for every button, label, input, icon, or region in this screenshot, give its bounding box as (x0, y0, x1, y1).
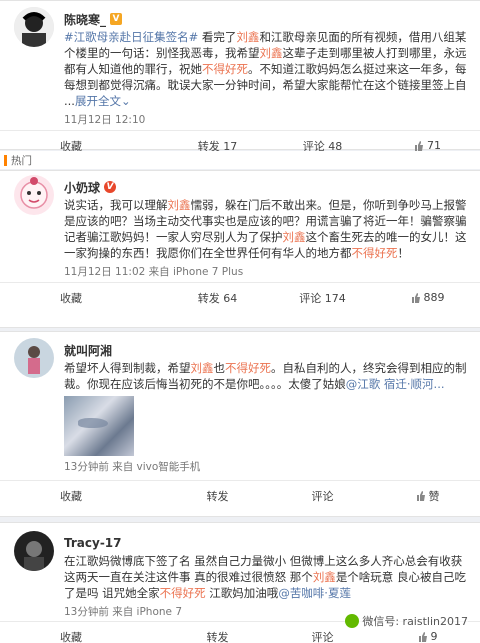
comment-button[interactable]: 评论 174 (270, 290, 375, 306)
hot-label: 热门 (11, 154, 32, 167)
keyword-highlight: 不得好死 (202, 62, 248, 76)
keyword-highlight: 刘鑫 (236, 30, 260, 44)
text-link[interactable]: ⌄ (121, 94, 131, 108)
avatar[interactable] (14, 175, 54, 215)
action-bar: 收藏 转发 评论 赞 (0, 480, 480, 510)
like-button[interactable]: 9 (375, 630, 480, 643)
keyword-highlight: 刘鑫 (167, 198, 191, 212)
repost-button[interactable]: 转发 64 (165, 290, 270, 306)
avatar[interactable] (14, 338, 54, 378)
text-segment: 说实话，我可以理解 (64, 198, 168, 212)
comment-label: 评论 174 (299, 291, 346, 305)
post-meta: 11月12日 11:02 来自 iPhone 7 Plus (64, 266, 244, 278)
post-meta: 11月12日 12:10 (64, 114, 146, 126)
wechat-icon (345, 614, 360, 628)
comment-button[interactable]: 评论 (270, 629, 375, 643)
username[interactable]: 陈晓寒_ (64, 11, 106, 28)
thumb-up-icon (418, 631, 428, 642)
like-count: 9 (430, 630, 438, 643)
post-image[interactable] (64, 396, 134, 456)
repost-label: 转发 (206, 630, 229, 643)
post-card-1: 陈晓寒_ V #江歌母亲赴日征集签名# 看完了刘鑫和江歌母亲见面的所有视频，借用… (0, 0, 480, 153)
hot-section-header: 热门 (0, 151, 480, 169)
avatar[interactable] (14, 531, 54, 571)
text-segment: 江歌妈加油哦 (205, 586, 279, 600)
text-segment: 希望坏人得到制裁，希望 (64, 361, 191, 375)
text-link[interactable]: 展开全文 (75, 94, 121, 108)
avatar[interactable] (14, 7, 54, 47)
keyword-highlight: 不得好死 (225, 361, 271, 375)
favorite-button[interactable]: 收藏 (60, 488, 165, 504)
text-link[interactable]: @苦咖啡·夏莲 (278, 586, 351, 600)
keyword-highlight: 刘鑫 (190, 361, 214, 375)
text-link[interactable]: @江歌 (346, 377, 381, 391)
post-card-2: 小奶球 V 说实话，我可以理解刘鑫懦弱，躲在门后不敢出来。但是，你听到争吵马上报… (0, 170, 480, 328)
post-text: #江歌母亲赴日征集签名# 看完了刘鑫和江歌母亲见面的所有视频，借用八组某个楼里的… (64, 29, 470, 109)
like-button[interactable]: 889 (375, 291, 480, 304)
thumb-up-icon (416, 490, 426, 501)
vip-icon: V (110, 13, 123, 25)
post-card-3: 就叫阿湘 希望坏人得到制裁，希望刘鑫也不得好死。自私自利的人，终究会得到相应的制… (0, 331, 480, 517)
favorite-button[interactable]: 收藏 (60, 290, 165, 306)
keyword-highlight: 刘鑫 (259, 46, 283, 60)
text-segment: 。 (248, 62, 260, 76)
wechat-watermark: 微信号: raistlin2017 (345, 613, 468, 629)
text-link[interactable]: 宿迁·顺河... (380, 377, 445, 391)
comment-label: 评论 (311, 489, 334, 503)
hot-accent-bar (4, 154, 7, 166)
username[interactable]: Tracy-17 (64, 536, 122, 550)
thumb-up-icon (411, 292, 421, 303)
text-segment: 也 (213, 361, 226, 375)
post-text: 说实话，我可以理解刘鑫懦弱，躲在门后不敢出来。但是，你听到争吵马上报警是应该的吧… (64, 197, 470, 261)
keyword-highlight: 刘鑫 (282, 230, 306, 244)
repost-label: 转发 64 (197, 291, 238, 305)
repost-button[interactable]: 转发 (165, 488, 270, 504)
like-button[interactable]: 赞 (375, 488, 480, 504)
keyword-highlight: 不得好死 (351, 246, 398, 260)
username[interactable]: 小奶球 (64, 179, 100, 196)
comment-label: 评论 (311, 630, 334, 643)
post-text: 希望坏人得到制裁，希望刘鑫也不得好死。自私自利的人，终究会得到相应的制裁。你现在… (64, 360, 470, 392)
verified-icon: V (104, 181, 117, 193)
like-count: 赞 (428, 489, 440, 503)
watermark-text: 微信号: raistlin2017 (362, 615, 468, 628)
favorite-button[interactable]: 收藏 (60, 629, 165, 643)
text-segment: 看完了 (198, 30, 237, 44)
text-link[interactable]: #江歌母亲赴日征集签名# (64, 30, 198, 44)
post-text: 在江歌妈微博底下签了名 虽然自己力量微小 但微博上这么多人齐心总会有收获 这两天… (64, 553, 470, 601)
username[interactable]: 就叫阿湘 (64, 342, 112, 359)
repost-button[interactable]: 转发 (165, 629, 270, 643)
like-count: 889 (423, 291, 445, 304)
thumb-up-icon (414, 140, 424, 151)
action-bar: 收藏 转发 64 评论 174 889 (0, 282, 480, 312)
comment-button[interactable]: 评论 (270, 488, 375, 504)
keyword-highlight: 不得好死 (159, 586, 206, 600)
repost-label: 转发 (206, 489, 229, 503)
keyword-highlight: 刘鑫 (312, 570, 336, 584)
text-segment: ！ (397, 246, 410, 260)
post-meta: 13分钟前 来自 vivo智能手机 (64, 461, 201, 473)
